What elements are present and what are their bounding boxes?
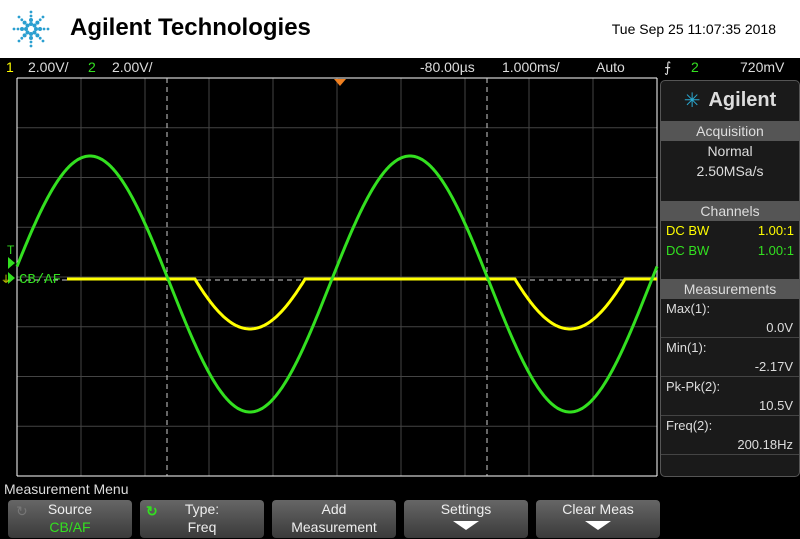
datetime: Tue Sep 25 11:07:35 2018: [611, 21, 776, 37]
add-label-2: Measurement: [291, 519, 377, 535]
clear-meas-button[interactable]: Clear Meas: [536, 500, 660, 538]
type-label: Type:: [184, 501, 220, 517]
meas-3-label: Pk-Pk(2):: [666, 379, 721, 394]
trigger-source[interactable]: 2: [691, 59, 699, 75]
ch1-number[interactable]: 1: [6, 59, 14, 75]
type-value: Freq: [187, 519, 217, 535]
meas-1-value: 0.0V: [661, 318, 799, 338]
clear-meas-label: Clear Meas: [562, 501, 634, 517]
trigger-mode[interactable]: Auto: [596, 59, 625, 75]
timebase[interactable]: 1.000ms/: [502, 59, 560, 75]
meas-3-value: 10.5V: [661, 396, 799, 416]
meas-4-value: 200.18Hz: [661, 435, 799, 455]
ch1-trace: [67, 277, 657, 331]
acquisition-mode: Normal: [707, 143, 753, 159]
settings-button[interactable]: Settings: [404, 500, 528, 538]
ch1-probe: 1.00:1: [757, 223, 794, 238]
agilent-spark-logo-icon: [12, 10, 50, 48]
source-button[interactable]: ↻ Source CB/AF: [8, 500, 132, 538]
rotate-knob-icon: ↻: [16, 503, 28, 519]
add-label-1: Add: [321, 501, 347, 517]
waveform-display[interactable]: T ⏚ CB/AF: [0, 77, 660, 477]
trigger-edge-icon: ⨍: [664, 59, 672, 75]
graticule: [16, 77, 658, 477]
ground-label: CB/AF: [19, 272, 61, 288]
agilent-spark-icon: ✳: [683, 89, 701, 112]
meas-2-label: Min(1):: [666, 340, 707, 355]
ch2-number[interactable]: 2: [88, 59, 96, 75]
trigger-level[interactable]: 720mV: [740, 59, 784, 75]
side-brand: Agilent: [708, 88, 777, 111]
channel-2-row: DC BW 1.00:1: [661, 241, 799, 261]
horizontal-delay[interactable]: -80.00µs: [420, 59, 475, 75]
submenu-arrow-icon: [453, 521, 479, 530]
ch2-scale[interactable]: 2.00V/: [112, 59, 152, 75]
meas-4-label: Freq(2):: [666, 418, 713, 433]
sample-rate: 2.50MSa/s: [696, 163, 764, 179]
measurements-header[interactable]: Measurements: [661, 279, 799, 299]
trigger-position-marker[interactable]: [334, 79, 346, 86]
meas-1-label: Max(1):: [666, 301, 711, 316]
settings-label: Settings: [440, 501, 492, 517]
menu-title: Measurement Menu: [4, 481, 129, 497]
side-panel: ✳ Agilent Acquisition Normal 2.50MSa/s C…: [660, 80, 800, 477]
acquisition-header[interactable]: Acquisition: [661, 121, 799, 141]
type-button[interactable]: ↻ Type: Freq: [140, 500, 264, 538]
trigger-arrow-icon: [8, 257, 15, 269]
channels-header[interactable]: Channels: [661, 201, 799, 221]
submenu-arrow-icon: [585, 521, 611, 530]
ch1-ground-marker-icon: ⏚: [1, 274, 11, 286]
ch1-coupling: DC BW: [666, 223, 710, 238]
rotate-knob-icon: ↻: [146, 503, 158, 519]
ch2-probe: 1.00:1: [757, 243, 794, 258]
channel-1-row: DC BW 1.00:1: [661, 221, 799, 241]
ch2-coupling: DC BW: [666, 243, 710, 258]
status-bar: 1 2.00V/ 2 2.00V/ -80.00µs 1.000ms/ Auto…: [0, 58, 800, 77]
source-value: CB/AF: [49, 519, 91, 535]
brand-title: Agilent Technologies: [70, 14, 311, 41]
header: Agilent Technologies Tue Sep 25 11:07:35…: [0, 0, 800, 58]
ch1-scale[interactable]: 2.00V/: [28, 59, 68, 75]
meas-2-value: -2.17V: [661, 357, 799, 377]
add-measurement-button[interactable]: Add Measurement: [272, 500, 396, 538]
trigger-level-marker[interactable]: T: [7, 243, 15, 257]
